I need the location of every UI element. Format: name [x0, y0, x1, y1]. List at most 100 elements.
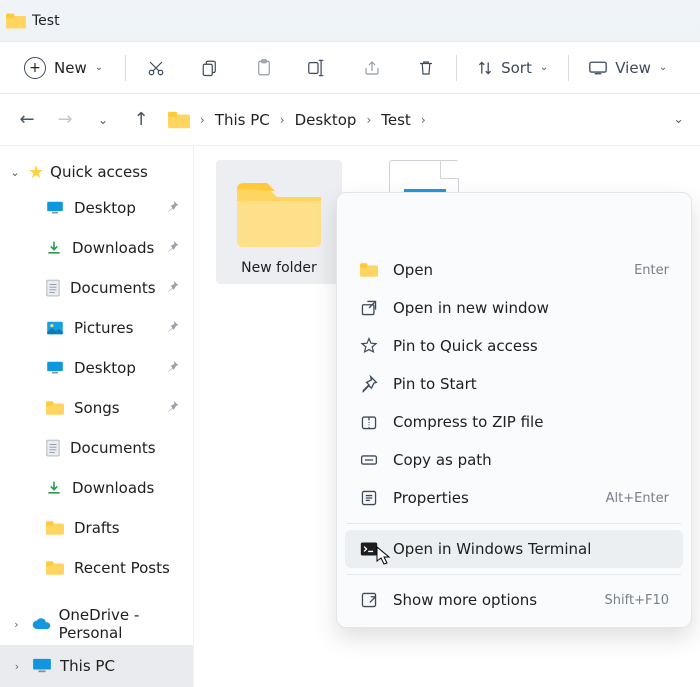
forward-button[interactable]: →: [48, 103, 82, 137]
sidebar-item[interactable]: Drafts: [8, 508, 193, 548]
sidebar-item[interactable]: Downloads: [8, 468, 193, 508]
monitor-icon: [32, 658, 52, 674]
context-menu-item[interactable]: Pin to Quick access: [345, 327, 683, 365]
new-button[interactable]: + New ⌄: [14, 50, 113, 86]
zip-icon: [360, 413, 378, 431]
pin-icon: [167, 400, 179, 416]
sort-button[interactable]: Sort ⌄: [469, 50, 556, 86]
copy-button[interactable]: [397, 205, 439, 241]
sidebar-item[interactable]: Recent Posts: [8, 548, 193, 588]
context-menu-item[interactable]: Copy as path: [345, 441, 683, 479]
properties-icon: [360, 489, 378, 507]
divider: [456, 55, 457, 81]
pin-icon: [360, 375, 378, 393]
chevron-down-icon: ⌄: [540, 62, 548, 73]
content-pane[interactable]: New folder OpenEnterOpen in new windowPi…: [194, 146, 700, 687]
context-menu-item-label: Pin to Start: [393, 375, 477, 393]
sidebar-item[interactable]: Documents: [8, 428, 193, 468]
scissors-icon: [361, 214, 379, 232]
scissors-icon: [147, 59, 165, 77]
sidebar-item-this-pc[interactable]: › This PC: [0, 645, 193, 687]
chevron-right-icon: ›: [366, 113, 371, 127]
breadcrumb-segment[interactable]: This PC: [211, 109, 274, 131]
context-menu-item[interactable]: Open in new window: [345, 289, 683, 327]
context-menu-item-label: Open: [393, 261, 433, 279]
rename-icon: [456, 214, 476, 232]
chevron-right-icon: ›: [10, 618, 23, 631]
rename-button[interactable]: [300, 50, 336, 86]
plus-icon: +: [24, 57, 46, 79]
chevron-right-icon: ›: [200, 113, 205, 127]
sort-label: Sort: [501, 59, 532, 77]
document-icon: [46, 279, 60, 297]
download-icon: [46, 240, 62, 256]
trash-icon: [505, 214, 523, 232]
sidebar-item-label: Songs: [74, 399, 120, 417]
sidebar-item[interactable]: Pictures: [8, 308, 193, 348]
sidebar-item[interactable]: Downloads: [8, 228, 193, 268]
separator: [347, 523, 681, 524]
view-button[interactable]: View ⌄: [581, 50, 675, 86]
folder-icon: [168, 111, 190, 129]
file-item-label: New folder: [241, 256, 317, 284]
breadcrumb[interactable]: › This PC › Desktop › Test › ⌄: [162, 103, 690, 137]
clipboard-icon: [255, 59, 273, 77]
monitor-icon: [46, 361, 64, 375]
sidebar-item-label: Downloads: [72, 479, 154, 497]
folder-icon: [360, 263, 378, 277]
breadcrumb-dropdown[interactable]: ⌄: [673, 112, 684, 127]
cloud-icon: [31, 617, 51, 631]
copy-button[interactable]: [192, 50, 228, 86]
sidebar-item[interactable]: Songs: [8, 388, 193, 428]
separator: [347, 574, 681, 575]
context-menu-item[interactable]: Compress to ZIP file: [345, 403, 683, 441]
title-bar: Test: [0, 0, 700, 42]
document-icon: [46, 439, 60, 457]
context-menu-item[interactable]: Pin to Start: [345, 365, 683, 403]
onedrive-label: OneDrive - Personal: [59, 606, 193, 642]
share-icon: [363, 59, 381, 77]
context-menu-item[interactable]: Properties Alt+Enter: [345, 479, 683, 517]
chevron-down-icon: ⌄: [95, 62, 103, 73]
sidebar-item-label: Downloads: [72, 239, 154, 257]
pin-icon: [167, 280, 179, 296]
sidebar-item[interactable]: Desktop: [8, 348, 193, 388]
context-menu-item-label: Show more options: [393, 591, 537, 609]
picture-icon: [46, 321, 64, 335]
sidebar-item[interactable]: Documents: [8, 268, 193, 308]
copy-icon: [409, 214, 427, 232]
chevron-right-icon: ›: [421, 113, 426, 127]
chevron-down-icon: ⌄: [659, 62, 667, 73]
divider: [125, 55, 126, 81]
breadcrumb-segment[interactable]: Desktop: [291, 109, 361, 131]
delete-button[interactable]: [408, 50, 444, 86]
paste-button[interactable]: [246, 50, 282, 86]
sidebar-item-onedrive[interactable]: › OneDrive - Personal: [0, 603, 193, 645]
up-button[interactable]: ↑: [124, 103, 158, 137]
context-menu-item[interactable]: Show more optionsShift+F10: [345, 581, 683, 619]
breadcrumb-segment[interactable]: Test: [377, 109, 415, 131]
toolbar: + New ⌄ Sort ⌄ View ⌄: [0, 42, 700, 94]
delete-button[interactable]: [493, 205, 535, 241]
view-icon: [589, 61, 607, 75]
download-icon: [46, 480, 62, 496]
context-menu-item-label: Properties: [393, 489, 469, 507]
context-menu-item[interactable]: OpenEnter: [345, 251, 683, 289]
quick-access-header[interactable]: ⌄ ★ Quick access: [8, 156, 193, 188]
context-menu-item-shortcut: Alt+Enter: [606, 491, 669, 506]
share-button[interactable]: [354, 50, 390, 86]
context-menu-item-label: Copy as path: [393, 451, 492, 469]
view-label: View: [615, 59, 651, 77]
file-item-folder[interactable]: New folder: [216, 160, 342, 284]
sidebar-item-label: Drafts: [74, 519, 120, 537]
rename-button[interactable]: [445, 205, 487, 241]
cut-button[interactable]: [138, 50, 174, 86]
pin-icon: [167, 200, 179, 216]
context-menu-item[interactable]: Open in Windows Terminal: [345, 530, 683, 568]
sidebar-item[interactable]: Desktop: [8, 188, 193, 228]
recent-locations-button[interactable]: ⌄: [86, 103, 120, 137]
back-button[interactable]: ←: [10, 103, 44, 137]
cursor-icon: [376, 546, 392, 566]
cut-button[interactable]: [349, 205, 391, 241]
rename-icon: [308, 59, 328, 77]
